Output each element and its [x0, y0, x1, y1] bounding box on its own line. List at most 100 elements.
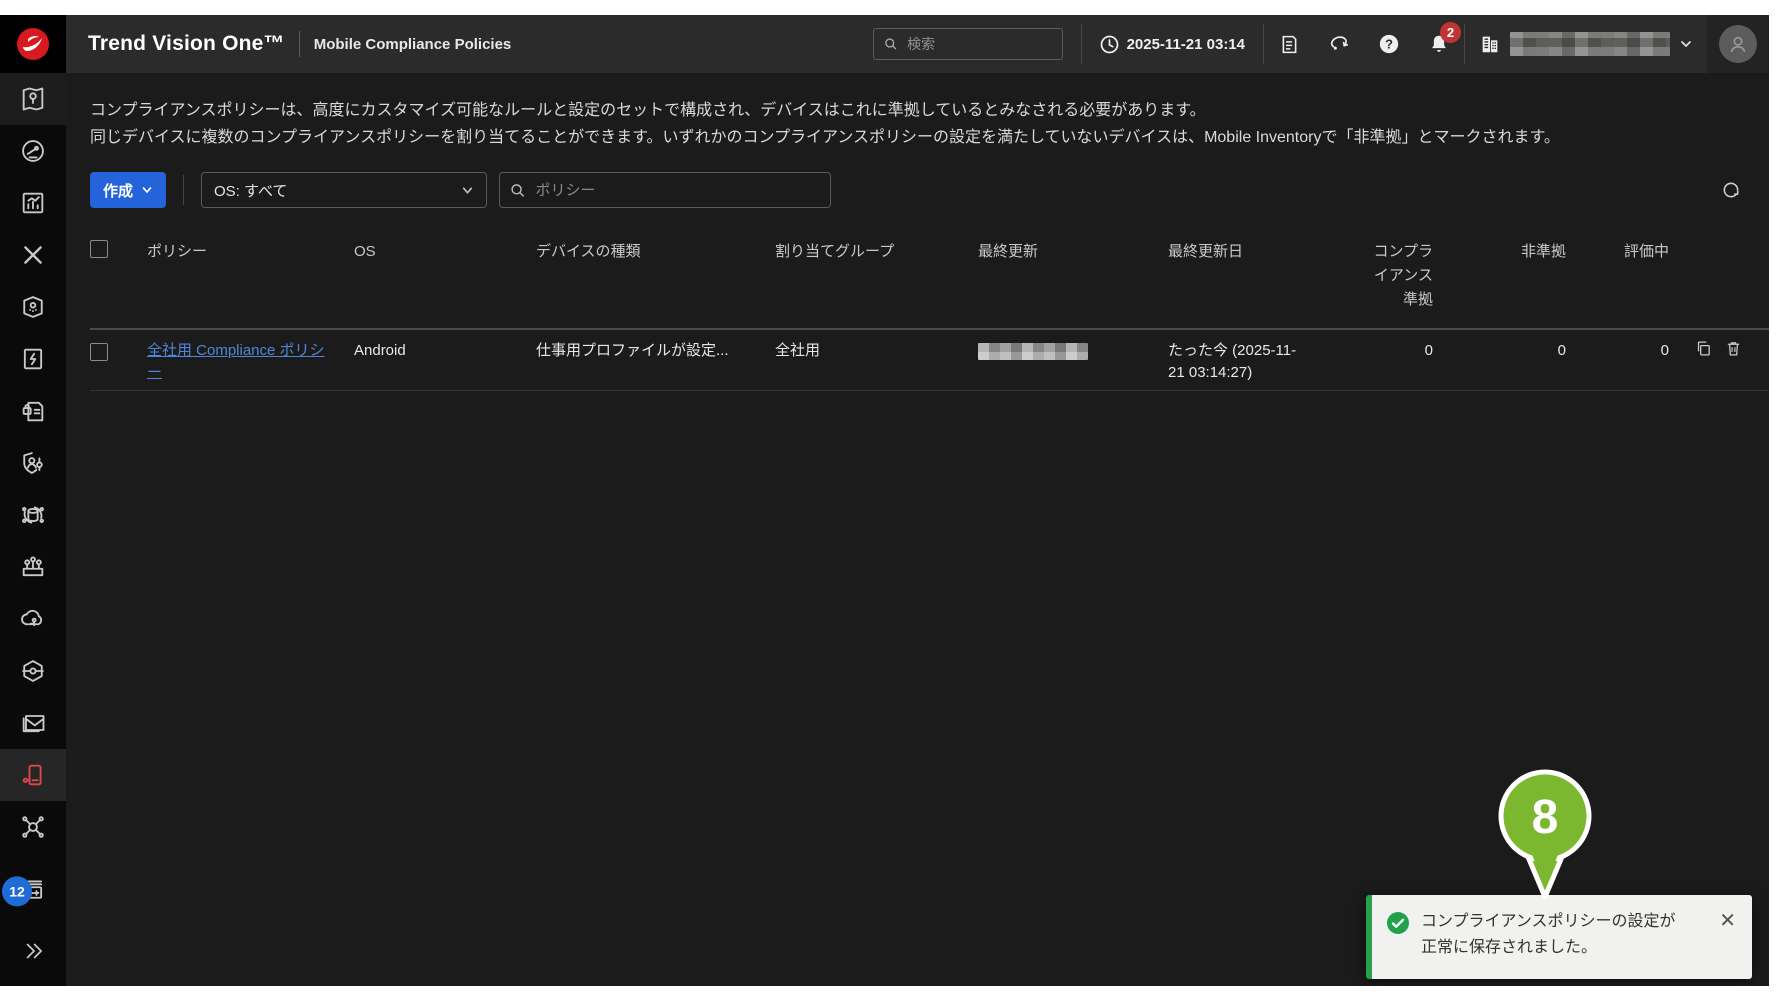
sidebar-item-data-security[interactable]	[0, 489, 66, 541]
copy-policy-button[interactable]	[1695, 340, 1712, 357]
create-button[interactable]: 作成	[90, 172, 166, 208]
avatar	[1719, 25, 1757, 63]
row-compliant-count: 0	[1369, 330, 1433, 362]
app-window: Trend Vision One™ Mobile Compliance Poli…	[0, 15, 1769, 986]
endpoint-nodes-icon	[19, 553, 47, 581]
sidebar-item-threat-insights[interactable]	[0, 281, 66, 333]
dashboard-gauge-icon	[19, 137, 47, 165]
company-icon	[1479, 33, 1501, 55]
toast-message: コンプライアンスポリシーの設定が 正常に保存されました。	[1421, 909, 1717, 961]
policy-search-input[interactable]	[534, 181, 821, 200]
col-assigned-group[interactable]: 割り当てグループ	[775, 234, 978, 312]
col-os[interactable]: OS	[354, 234, 536, 312]
avatar-icon	[1727, 33, 1749, 55]
os-filter-value: OS: すべて	[214, 180, 287, 201]
main-content: コンプライアンスポリシーは、高度にカスタマイズ可能なルールと設定のセットで構成さ…	[66, 73, 1769, 986]
row-last-updated: たった今 (2025-11- 21 03:14:27)	[1168, 330, 1369, 384]
network-hex-gear-icon	[19, 657, 47, 685]
sidebar-item-automation[interactable]	[0, 333, 66, 385]
trash-icon	[1725, 340, 1742, 357]
map-pin-icon	[19, 85, 47, 113]
sidebar-item-cloud-security[interactable]	[0, 593, 66, 645]
delete-policy-button[interactable]	[1725, 340, 1742, 357]
row-os: Android	[354, 330, 536, 362]
account-switcher[interactable]	[1465, 32, 1707, 56]
sidebar-item-xdr[interactable]	[0, 229, 66, 281]
sidebar-item-reports[interactable]	[0, 177, 66, 229]
user-menu[interactable]	[1707, 15, 1769, 73]
col-compliant[interactable]: コンプライアンス準拠	[1369, 234, 1433, 312]
sidebar-item-identity-security[interactable]	[0, 437, 66, 489]
os-filter-dropdown[interactable]: OS: すべて	[201, 172, 487, 208]
sidebar-item-dashboards[interactable]	[0, 125, 66, 177]
description-line-1: コンプライアンスポリシーは、高度にカスタマイズ可能なルールと設定のセットで構成さ…	[90, 97, 1769, 124]
report-button[interactable]	[1264, 34, 1314, 55]
sync-orbit-button[interactable]	[1314, 33, 1364, 55]
col-device-type[interactable]: デバイスの種類	[536, 234, 775, 312]
col-noncompliant[interactable]: 非準拠	[1433, 234, 1566, 312]
sidebar-item-email-security[interactable]	[0, 697, 66, 749]
ai-count-badge: 12	[2, 876, 32, 906]
row-assigned-group: 全社用	[775, 330, 978, 362]
data-orbit-icon	[19, 501, 47, 529]
sidebar-item-data-policies[interactable]	[0, 385, 66, 437]
trend-micro-logo[interactable]	[0, 15, 66, 73]
page-title: Mobile Compliance Policies	[314, 36, 512, 53]
global-search[interactable]	[873, 28, 1063, 60]
row-checkbox[interactable]	[90, 343, 108, 361]
sidebar-item-network-security[interactable]	[0, 645, 66, 697]
table-row[interactable]: 全社用 Compliance ポリシー Android 仕事用プロファイルが設定…	[90, 328, 1769, 391]
datetime-display: 2025-11-21 03:14	[1082, 35, 1263, 54]
sidebar-item-mobile-security[interactable]	[0, 749, 66, 801]
sidebar-expand-button[interactable]	[0, 925, 66, 977]
cloud-security-icon	[19, 605, 47, 633]
page-description: コンプライアンスポリシーは、高度にカスタマイズ可能なルールと設定のセットで構成さ…	[90, 97, 1769, 151]
blurred-account-name	[1510, 32, 1670, 56]
identity-shield-user-icon	[19, 449, 47, 477]
notifications-button[interactable]: 2	[1414, 33, 1464, 55]
chevron-down-icon	[1679, 37, 1693, 51]
global-search-input[interactable]	[905, 35, 1051, 53]
create-button-label: 作成	[103, 180, 133, 201]
help-icon: ?	[1378, 33, 1400, 55]
refresh-icon	[1721, 180, 1741, 200]
sync-orbit-icon	[1328, 33, 1350, 55]
header-right: 2025-11-21 03:14 ?	[873, 15, 1769, 73]
sidebar-item-platform-directory[interactable]	[0, 73, 66, 125]
row-evaluating-count: 0	[1566, 330, 1669, 362]
sidebar-item-endpoint-security[interactable]	[0, 541, 66, 593]
col-evaluating[interactable]: 評価中	[1566, 234, 1669, 312]
copy-icon	[1695, 340, 1712, 357]
table-header: ポリシー OS デバイスの種類 割り当てグループ 最終更新 最終更新日 コンプラ…	[90, 234, 1769, 312]
toast-close-button[interactable]: ✕	[1717, 911, 1738, 931]
policy-search[interactable]	[499, 172, 831, 208]
help-button[interactable]: ?	[1364, 33, 1414, 55]
sidebar-item-attack-surface[interactable]	[0, 801, 66, 853]
sidebar-item-ai-assistant[interactable]: 12	[0, 863, 66, 915]
xdr-x-icon	[20, 242, 46, 268]
toolbar: 作成 OS: すべて	[90, 172, 1769, 208]
search-icon	[884, 36, 898, 52]
col-last-updated[interactable]: 最終更新日	[1168, 234, 1369, 312]
policy-link[interactable]: 全社用 Compliance ポリシー	[147, 340, 337, 384]
chevron-down-icon	[141, 184, 153, 196]
top-header: Trend Vision One™ Mobile Compliance Poli…	[0, 15, 1769, 73]
success-toast: コンプライアンスポリシーの設定が 正常に保存されました。 ✕	[1366, 895, 1752, 979]
product-title: Trend Vision One™	[88, 32, 285, 56]
package-insight-icon	[19, 293, 47, 321]
refresh-button[interactable]	[1721, 180, 1741, 200]
row-actions	[1669, 330, 1769, 357]
email-envelope-icon	[19, 709, 47, 737]
report-icon	[1279, 34, 1300, 55]
col-updated-by[interactable]: 最終更新	[978, 234, 1168, 312]
automation-bolt-icon	[19, 345, 47, 373]
notification-count-badge: 2	[1440, 22, 1461, 43]
clock-icon	[1100, 35, 1119, 54]
col-policy[interactable]: ポリシー	[147, 234, 354, 312]
reports-chart-icon	[19, 189, 47, 217]
select-all-checkbox[interactable]	[90, 240, 108, 258]
row-noncompliant-count: 0	[1433, 330, 1566, 362]
search-icon	[510, 182, 526, 199]
trend-micro-logo-icon	[16, 27, 50, 61]
datetime-value: 2025-11-21 03:14	[1127, 36, 1245, 53]
